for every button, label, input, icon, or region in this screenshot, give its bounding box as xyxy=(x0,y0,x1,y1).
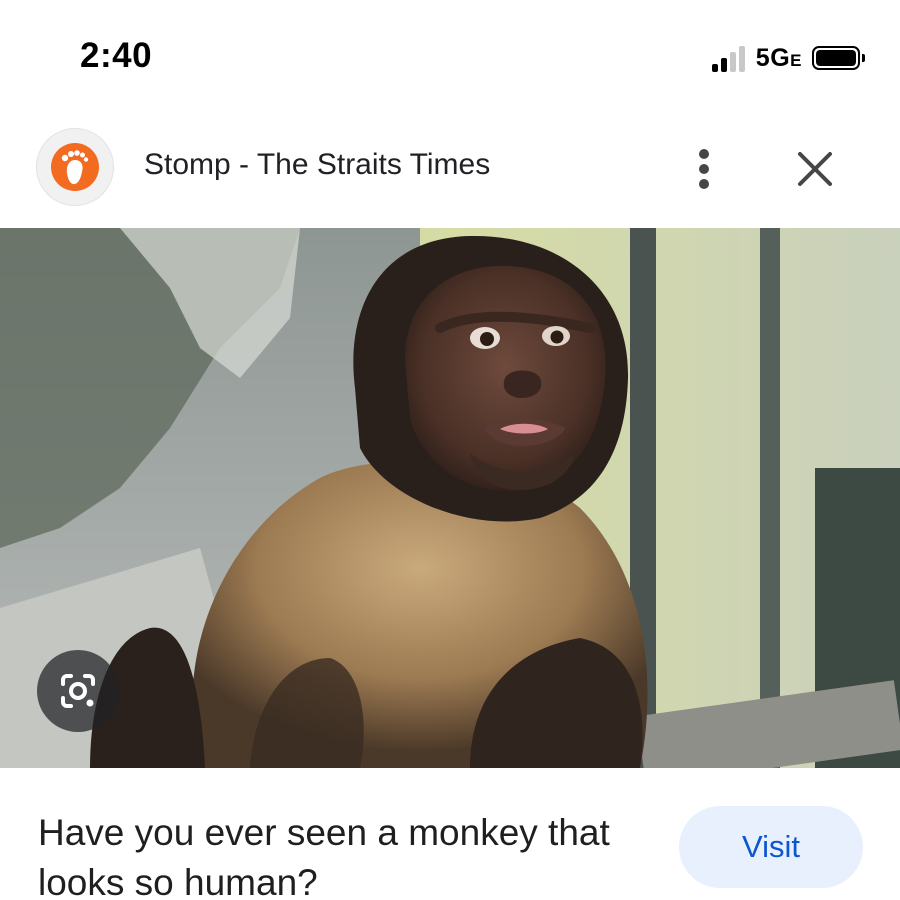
google-lens-button[interactable] xyxy=(37,650,119,732)
status-bar: 2:40 5GE xyxy=(0,0,900,110)
more-options-button[interactable] xyxy=(684,144,724,194)
battery-icon xyxy=(812,46,865,70)
source-logo[interactable] xyxy=(36,128,114,206)
footprint-icon xyxy=(51,143,99,191)
source-title[interactable]: Stomp - The Straits Times xyxy=(144,148,490,182)
network-suffix: E xyxy=(790,50,802,70)
close-button[interactable] xyxy=(790,144,840,194)
image-viewer-screen: 2:40 5GE Stomp - The Straits Times Have … xyxy=(0,0,900,900)
network-type: 5G xyxy=(755,43,791,72)
monkey-photo xyxy=(0,228,900,768)
source-header: Stomp - The Straits Times xyxy=(0,120,900,215)
status-indicators: 5GE xyxy=(711,42,865,74)
main-image[interactable] xyxy=(0,228,900,768)
signal-icon xyxy=(711,44,748,72)
close-icon xyxy=(798,152,832,186)
network-indicator: 5GE xyxy=(756,44,802,73)
image-caption[interactable]: Have you ever seen a monkey that looks s… xyxy=(38,808,658,900)
status-time: 2:40 xyxy=(80,36,153,75)
visit-button[interactable]: Visit xyxy=(679,806,863,888)
google-lens-icon xyxy=(61,674,95,708)
